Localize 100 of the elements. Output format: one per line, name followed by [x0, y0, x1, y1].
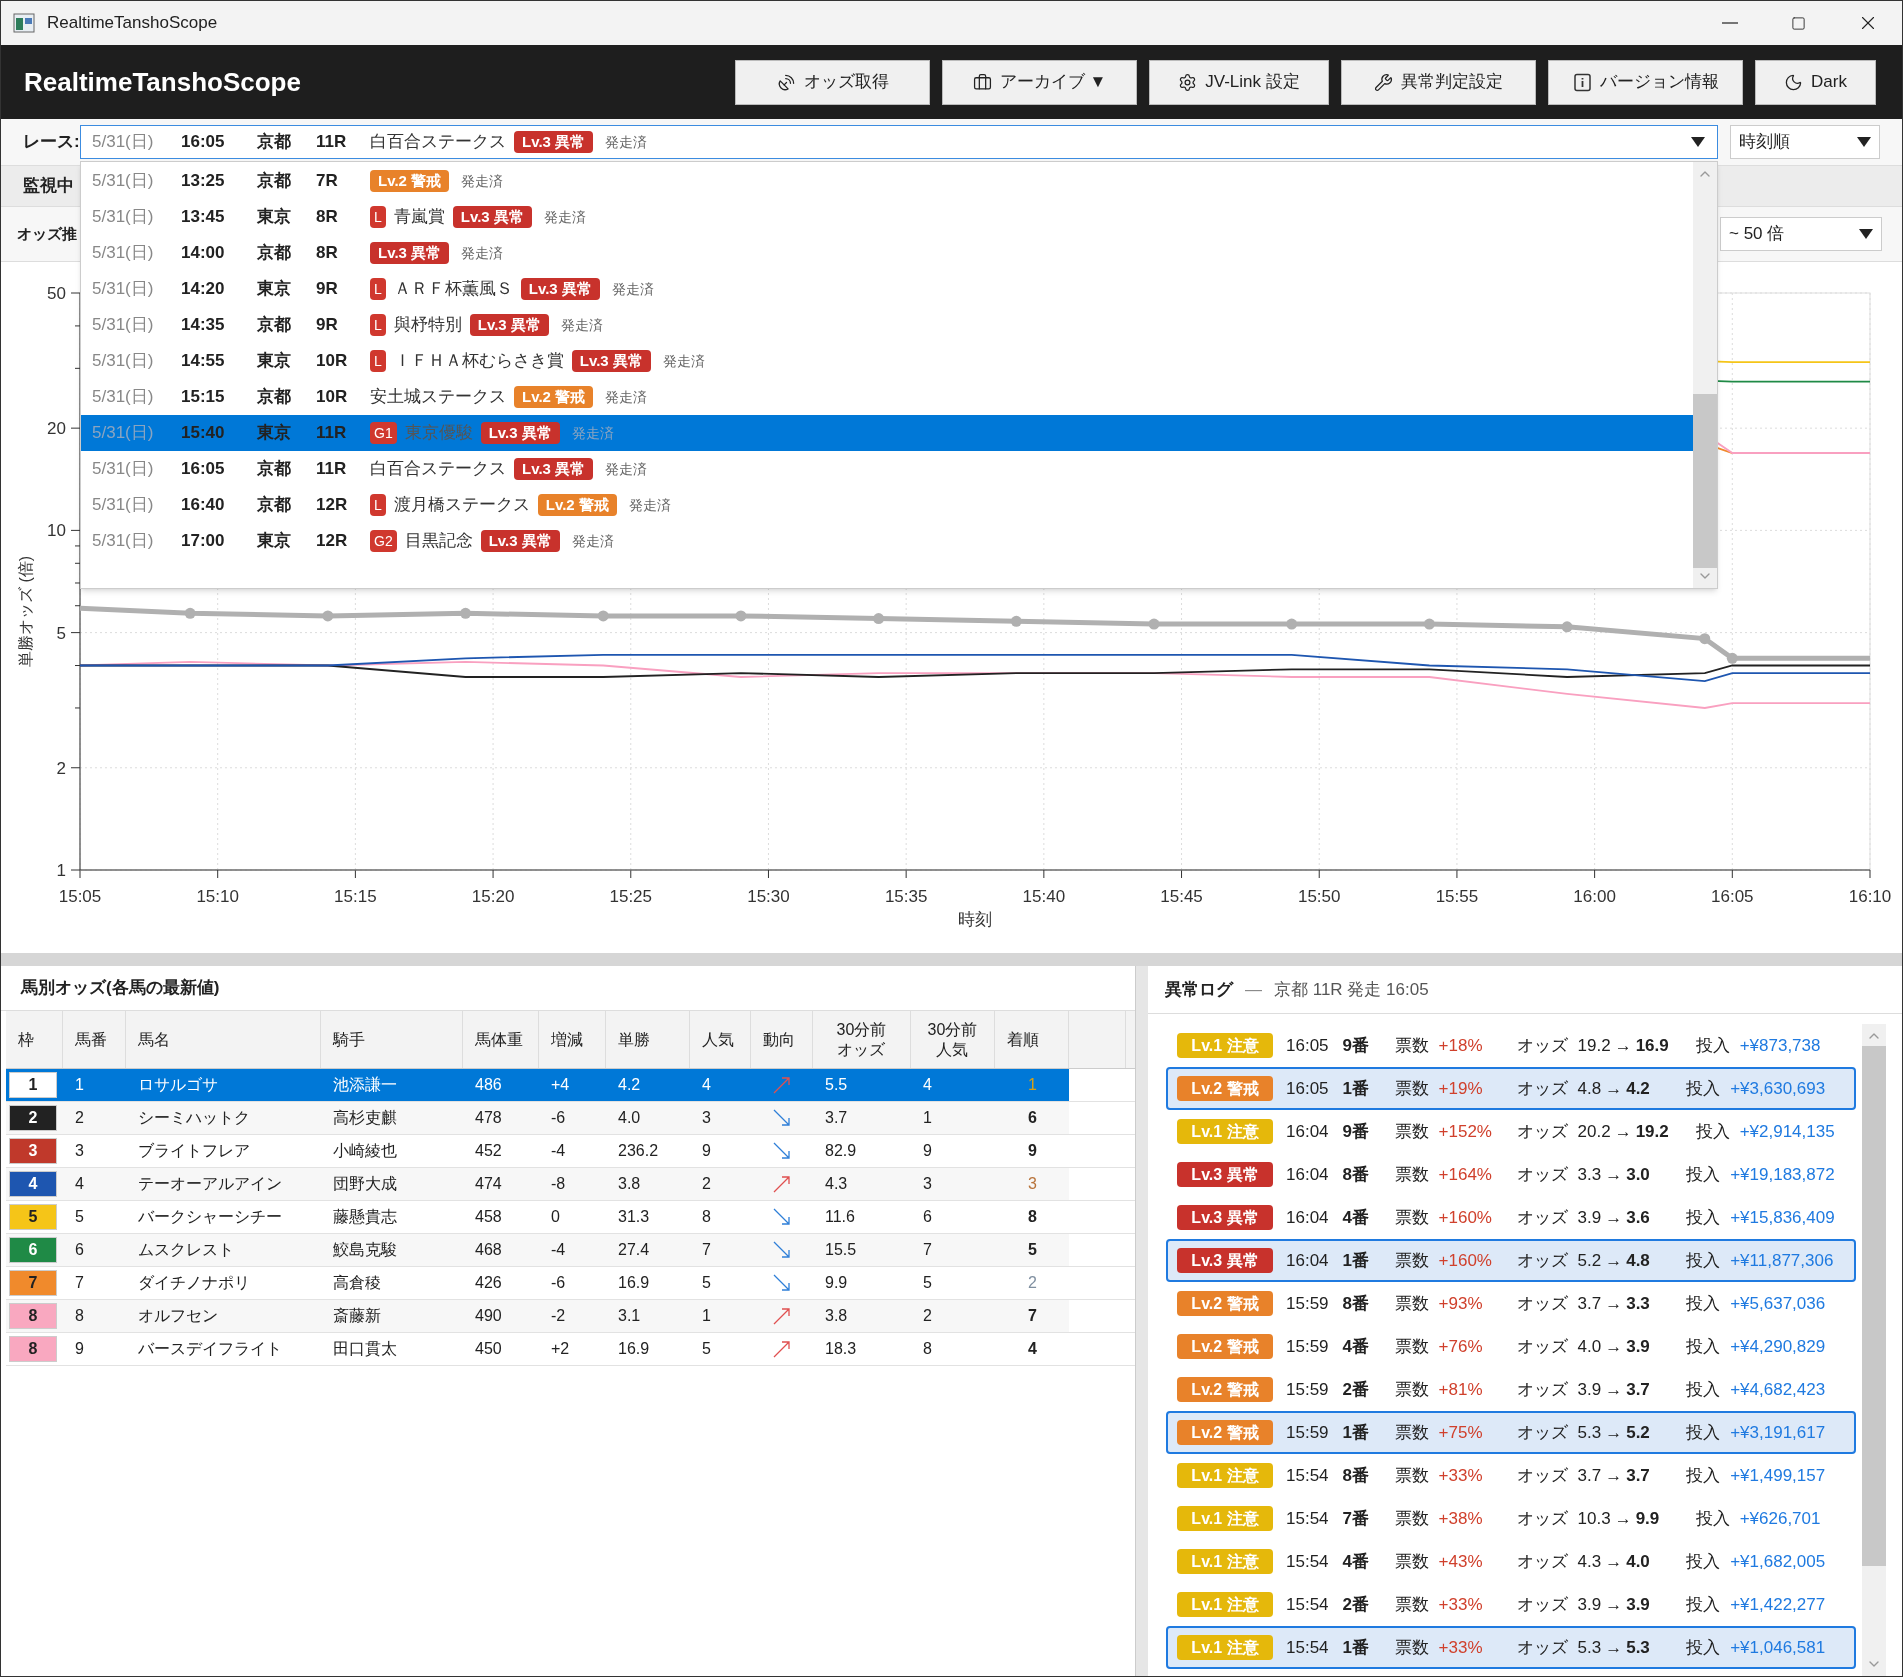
horse-name: テーオーアルアイン	[138, 1174, 282, 1194]
level-badge: Lv.2 警戒	[537, 494, 617, 516]
arrow-text: →	[1605, 1550, 1623, 1573]
sort-select[interactable]: 時刻順	[1730, 125, 1880, 159]
race-option[interactable]: 5/31(日) 16:40 京都 12R L 渡月橋ステークス Lv.2 警戒 発走済	[81, 487, 1693, 523]
scrollbar-thumb[interactable]	[1693, 394, 1717, 568]
frame-badge: 6	[9, 1237, 57, 1263]
race-option[interactable]: 5/31(日) 16:05 京都 11R 白百合ステークス Lv.3 異常 発走済	[81, 451, 1693, 487]
race-venue: 東京	[257, 278, 292, 301]
log-time: 15:59	[1286, 1378, 1329, 1401]
log-entry[interactable]: Lv.1 注意 16:04 9番 票数 +152% オッズ 20.2 → 19.2 投入 +¥2,914,135	[1166, 1110, 1856, 1153]
odds-30min-ago: 3.8	[825, 1306, 848, 1326]
column-header[interactable]: 30分前オッズ	[834, 1019, 889, 1060]
log-entry[interactable]: Lv.2 警戒 15:59 4番 票数 +76% オッズ 4.0 → 3.9 投入 +¥4,290,829	[1166, 1325, 1856, 1368]
race-option[interactable]: 5/31(日) 14:00 京都 8R Lv.3 異常 発走済	[81, 235, 1693, 271]
toolbar-button[interactable]: Dark	[1755, 59, 1876, 105]
popularity-30min-ago: 7	[923, 1240, 932, 1260]
bet-amount: +¥4,682,423	[1730, 1378, 1826, 1401]
scrollbar[interactable]	[1693, 162, 1717, 588]
log-entry[interactable]: Lv.1 注意 15:54 2番 票数 +33% オッズ 3.9 → 3.9 投入 +¥1,422,277	[1166, 1583, 1856, 1626]
body-weight: 426	[475, 1273, 502, 1293]
data-point	[1010, 615, 1022, 627]
horse-number: 8番	[1342, 1163, 1370, 1186]
log-entry[interactable]: Lv.2 警戒 15:59 8番 票数 +93% オッズ 3.7 → 3.3 投入 +¥5,637,036	[1166, 1282, 1856, 1325]
race-status: 発走済	[461, 243, 504, 263]
race-venue: 京都	[257, 131, 292, 154]
column-header[interactable]: 単勝	[618, 1029, 650, 1050]
column-header[interactable]: 動向	[763, 1029, 795, 1050]
toolbar-button[interactable]: バージョン情報	[1548, 59, 1743, 105]
odds-30min-ago: 82.9	[825, 1141, 857, 1161]
race-select[interactable]: 5/31(日) 16:05 京都 11R 白百合ステークス Lv.3 異常 発走済	[80, 125, 1718, 159]
bet-label: 投入	[1686, 1206, 1721, 1229]
splitter-bar[interactable]	[1, 953, 1902, 966]
column-header[interactable]: 馬名	[138, 1029, 170, 1050]
log-entry[interactable]: Lv.1 注意 15:54 1番 票数 +33% オッズ 5.3 → 5.3 投入 +¥1,046,581	[1166, 1626, 1856, 1669]
level-badge: Lv.3 異常	[1177, 1162, 1273, 1187]
jockey-name: 鮫島克駿	[333, 1240, 397, 1260]
race-number: 11R	[316, 131, 348, 154]
column-header[interactable]: 騎手	[333, 1029, 365, 1050]
race-option[interactable]: 5/31(日) 17:00 東京 12R G2 目黒記念 Lv.3 異常 発走済	[81, 523, 1693, 559]
column-header[interactable]: 人気	[702, 1029, 734, 1050]
range-select[interactable]: ~ 50 倍	[1720, 217, 1882, 251]
win-odds: 16.9	[618, 1339, 650, 1359]
votes-change: +76%	[1438, 1335, 1484, 1358]
race-name: 白百合ステークス	[370, 131, 506, 154]
column-header[interactable]: 馬体重	[475, 1029, 523, 1050]
race-number: 11R	[316, 422, 348, 445]
log-entry[interactable]: Lv.2 警戒 15:59 1番 票数 +75% オッズ 5.3 → 5.2 投入 +¥3,191,617	[1166, 1411, 1856, 1454]
jockey-name: 団野大成	[333, 1174, 397, 1194]
log-entry[interactable]: Lv.1 注意 15:54 4番 票数 +43% オッズ 4.3 → 4.0 投入 +¥1,682,005	[1166, 1540, 1856, 1583]
toolbar-button[interactable]: オッズ取得	[735, 59, 930, 105]
finish-position: 9	[1028, 1141, 1037, 1161]
race-time: 14:35	[181, 314, 226, 337]
scrollbar[interactable]	[1862, 1024, 1886, 1676]
scrollbar-thumb[interactable]	[1862, 1046, 1886, 1566]
weight-change: -4	[551, 1141, 566, 1161]
column-header[interactable]: 馬番	[75, 1029, 107, 1050]
race-date: 5/31(日)	[92, 278, 155, 301]
data-point	[322, 610, 334, 622]
log-entry[interactable]: Lv.2 警戒 16:05 1番 票数 +19% オッズ 4.8 → 4.2 投入 +¥3,630,693	[1166, 1067, 1856, 1110]
level-badge: Lv.2 警戒	[1177, 1334, 1273, 1359]
satellite-dish-icon	[776, 72, 796, 92]
log-entry[interactable]: Lv.1 注意 15:54 8番 票数 +33% オッズ 3.7 → 3.7 投入 +¥1,499,157	[1166, 1454, 1856, 1497]
log-entry[interactable]: Lv.2 警戒 15:59 2番 票数 +81% オッズ 3.9 → 3.7 投入 +¥4,682,423	[1166, 1368, 1856, 1411]
horse-number: 1番	[1342, 1421, 1370, 1444]
race-venue: 京都	[257, 242, 292, 265]
race-option[interactable]: 5/31(日) 13:45 東京 8R L 青嵐賞 Lv.3 異常 発走済	[81, 199, 1693, 235]
race-status: 発走済	[571, 423, 614, 443]
race-option[interactable]: 5/31(日) 15:40 東京 11R G1 東京優駿 Lv.3 異常 発走済	[81, 415, 1693, 451]
race-option[interactable]: 5/31(日) 14:55 東京 10R L ＩＦＨＡ杯むらさき賞 Lv.3 異常 発走済	[81, 343, 1693, 379]
race-option[interactable]: 5/31(日) 14:35 京都 9R L 與杼特別 Lv.3 異常 発走済	[81, 307, 1693, 343]
column-header[interactable]: 枠	[18, 1029, 34, 1050]
toolbar-button[interactable]: JV-Link 設定	[1149, 59, 1329, 105]
race-option[interactable]: 5/31(日) 13:25 京都 7R Lv.2 警戒 発走済	[81, 163, 1693, 199]
level-badge: Lv.3 異常	[1177, 1205, 1273, 1230]
race-time: 15:40	[181, 422, 226, 445]
splitter-bar[interactable]	[1136, 966, 1148, 1676]
race-option[interactable]: 5/31(日) 15:15 京都 10R 安土城ステークス Lv.2 警戒 発走済	[81, 379, 1693, 415]
log-entry[interactable]: Lv.3 異常 16:04 1番 票数 +160% オッズ 5.2 → 4.8 投入 +¥11,877,306	[1166, 1239, 1856, 1282]
votes-label: 票数	[1394, 1077, 1429, 1100]
toolbar-button[interactable]: アーカイブ ▼	[942, 59, 1137, 105]
column-header[interactable]: 着順	[1007, 1029, 1039, 1050]
grade-badge: G2	[370, 530, 397, 552]
finish-position: 1	[1028, 1075, 1037, 1095]
column-header[interactable]: 30分前人気	[925, 1019, 980, 1060]
votes-change: +19%	[1438, 1077, 1484, 1100]
data-point	[1423, 618, 1435, 630]
log-entry[interactable]: Lv.1 注意 16:05 9番 票数 +18% オッズ 19.2 → 16.9 投入 +¥873,738	[1166, 1024, 1856, 1067]
log-entry[interactable]: Lv.3 異常 16:04 4番 票数 +160% オッズ 3.9 → 3.6 投入 +¥15,836,409	[1166, 1196, 1856, 1239]
popularity: 3	[702, 1108, 711, 1128]
toolbar-button[interactable]: 異常判定設定	[1341, 59, 1536, 105]
minimize-icon	[1721, 22, 1738, 24]
finish-position: 5	[1028, 1240, 1037, 1260]
log-entry[interactable]: Lv.3 異常 16:04 8番 票数 +164% オッズ 3.3 → 3.0 投入 +¥19,183,872	[1166, 1153, 1856, 1196]
finish-position: 4	[1028, 1339, 1037, 1359]
log-entry[interactable]: Lv.1 注意 15:54 7番 票数 +38% オッズ 10.3 → 9.9 投入 +¥626,701	[1166, 1497, 1856, 1540]
horse-number: 4番	[1342, 1335, 1370, 1358]
column-header[interactable]: 増減	[551, 1029, 583, 1050]
race-option[interactable]: 5/31(日) 14:20 東京 9R L ＡＲＦ杯薫風Ｓ Lv.3 異常 発走済	[81, 271, 1693, 307]
arrow-text: →	[1605, 1292, 1623, 1315]
